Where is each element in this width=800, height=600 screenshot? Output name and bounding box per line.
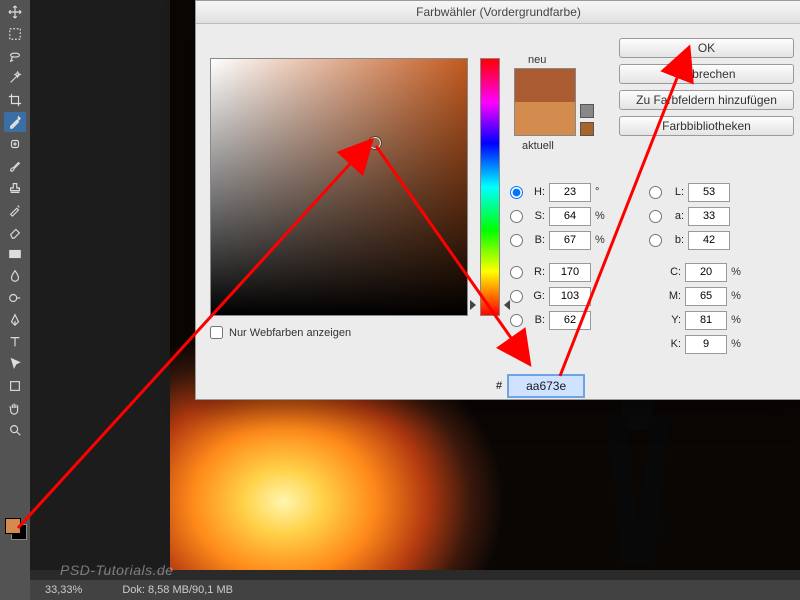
history-brush-tool[interactable]: [4, 200, 26, 220]
color-picker-dialog: Farbwähler (Vordergrundfarbe) neu aktuel…: [195, 0, 800, 400]
color-swatches[interactable]: [5, 518, 27, 540]
watermark: PSD-Tutorials.de: [60, 562, 174, 578]
radio-lb[interactable]: [649, 234, 662, 247]
ok-button[interactable]: OK: [619, 38, 794, 58]
foreground-swatch[interactable]: [5, 518, 21, 534]
input-b[interactable]: [549, 231, 591, 250]
tools-toolbar: [0, 0, 31, 600]
lasso-tool[interactable]: [4, 46, 26, 66]
zoom-level: 33,33%: [45, 584, 82, 596]
radio-s[interactable]: [510, 210, 523, 223]
radio-h[interactable]: [510, 186, 523, 199]
hand-tool[interactable]: [4, 398, 26, 418]
input-l[interactable]: [688, 183, 730, 202]
radio-g[interactable]: [510, 290, 523, 303]
marquee-tool[interactable]: [4, 24, 26, 44]
color-libs-button[interactable]: Farbbibliotheken: [619, 116, 794, 136]
saturation-field[interactable]: [210, 58, 468, 316]
add-swatch-button[interactable]: Zu Farbfeldern hinzufügen: [619, 90, 794, 110]
hex-input[interactable]: [507, 374, 585, 398]
web-colors-label: Nur Webfarben anzeigen: [229, 327, 351, 339]
pen-tool[interactable]: [4, 310, 26, 330]
dodge-tool[interactable]: [4, 288, 26, 308]
input-c[interactable]: [685, 263, 727, 282]
radio-b[interactable]: [510, 234, 523, 247]
input-y[interactable]: [685, 311, 727, 330]
radio-r[interactable]: [510, 266, 523, 279]
zoom-tool[interactable]: [4, 420, 26, 440]
input-s[interactable]: [549, 207, 591, 226]
stamp-tool[interactable]: [4, 178, 26, 198]
radio-a[interactable]: [649, 210, 662, 223]
gradient-tool[interactable]: [4, 244, 26, 264]
input-h[interactable]: [549, 183, 591, 202]
radio-bb[interactable]: [510, 314, 523, 327]
label-current: aktuell: [522, 140, 554, 152]
color-values-grid: H:° S:% B:% R: G: B: L: a: b: C:% M:% Y:…: [510, 180, 790, 356]
radio-l[interactable]: [649, 186, 662, 199]
input-bb[interactable]: [549, 311, 591, 330]
hue-strip[interactable]: [480, 58, 500, 316]
saturation-cursor[interactable]: [369, 137, 381, 149]
hex-row: #: [496, 374, 585, 398]
dialog-title: Farbwähler (Vordergrundfarbe): [196, 1, 800, 24]
type-tool[interactable]: [4, 332, 26, 352]
input-a[interactable]: [688, 207, 730, 226]
crop-tool[interactable]: [4, 90, 26, 110]
brush-tool[interactable]: [4, 156, 26, 176]
mini-swatch[interactable]: [580, 122, 594, 136]
input-m[interactable]: [685, 287, 727, 306]
current-color: [515, 102, 575, 135]
cancel-button[interactable]: Abbrechen: [619, 64, 794, 84]
hex-hash: #: [496, 380, 502, 392]
input-g[interactable]: [549, 287, 591, 306]
input-lb[interactable]: [688, 231, 730, 250]
shape-tool[interactable]: [4, 376, 26, 396]
wand-tool[interactable]: [4, 68, 26, 88]
web-colors-checkbox[interactable]: Nur Webfarben anzeigen: [210, 326, 351, 339]
hue-slider[interactable]: [476, 300, 504, 316]
cube-icon[interactable]: [580, 104, 594, 118]
heal-tool[interactable]: [4, 134, 26, 154]
input-r[interactable]: [549, 263, 591, 282]
new-color: [515, 69, 575, 102]
color-preview: [514, 68, 576, 136]
web-colors-input[interactable]: [210, 326, 223, 339]
label-new: neu: [528, 54, 546, 66]
eyedropper-tool[interactable]: [4, 112, 26, 132]
blur-tool[interactable]: [4, 266, 26, 286]
move-tool[interactable]: [4, 2, 26, 22]
status-bar: 33,33% Dok: 8,58 MB/90,1 MB: [30, 580, 800, 600]
eraser-tool[interactable]: [4, 222, 26, 242]
path-select-tool[interactable]: [4, 354, 26, 374]
input-k[interactable]: [685, 335, 727, 354]
doc-size: Dok: 8,58 MB/90,1 MB: [122, 584, 233, 596]
